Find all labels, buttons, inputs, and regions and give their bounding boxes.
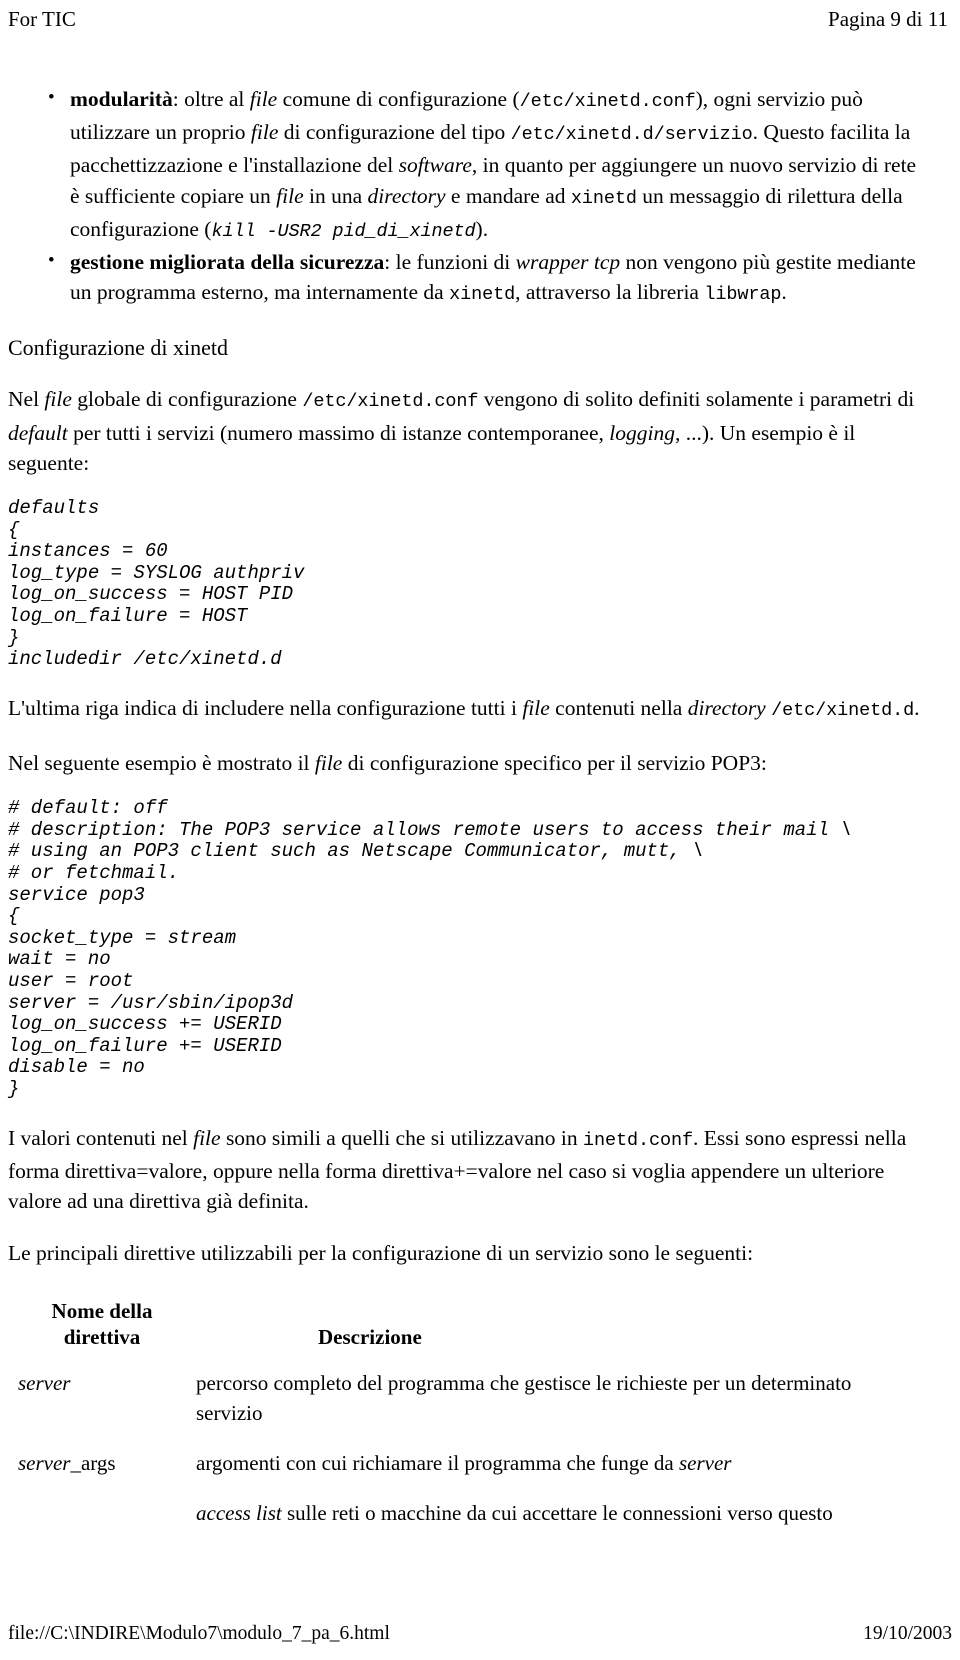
directives-table-body: server percorso completo del programma c… [8, 1358, 926, 1538]
feature-bullet-list: modularità: oltre al file comune di conf… [8, 83, 938, 310]
column-header-description: Descrizione [318, 1325, 422, 1350]
bullet-term: modularità [70, 87, 173, 111]
table-row: server_args argomenti con cui richiamare… [8, 1438, 926, 1488]
section-heading: Configurazione di xinetd [8, 335, 228, 361]
paragraph-global-config: Nel file globale di configurazione /etc/… [8, 387, 915, 475]
paragraph-valori: I valori contenuti nel file sono simili … [8, 1125, 907, 1213]
paragraph-direttive-intro: Le principali direttive utilizzabili per… [8, 1241, 754, 1266]
footer-date: 19/10/2003 [863, 1623, 952, 1644]
header-left-text: For TIC [8, 7, 76, 31]
header-page-number: Pagina 9 di 11 [828, 7, 948, 31]
code-block-pop3: # default: off # description: The POP3 s… [8, 797, 852, 1100]
document-page: For TIC Pagina 9 di 11 modularità: oltre… [0, 0, 960, 1660]
directive-description-cell: argomenti con cui richiamare il programm… [196, 1451, 732, 1476]
directive-description-cell: access list sulle reti o macchine da cui… [196, 1501, 833, 1526]
directives-table-head: Nome della direttiva Descrizione [8, 1292, 926, 1358]
paragraph-includedir: L'ultima riga indica di includere nella … [8, 695, 920, 721]
code-block-defaults: defaults { instances = 60 log_type = SYS… [8, 497, 305, 671]
column-header-name-line1: Nome della [51, 1299, 153, 1324]
table-row: access list sulle reti o macchine da cui… [8, 1488, 926, 1538]
list-item: gestione migliorata della sicurezza: le … [48, 246, 938, 310]
footer-file-path: file://C:\INDIRE\Modulo7\modulo_7_pa_6.h… [8, 1623, 390, 1644]
directive-name-cell: server_args [18, 1451, 116, 1476]
column-header-name: Nome della direttiva [8, 1292, 196, 1358]
table-header-row: Nome della direttiva Descrizione [8, 1292, 926, 1358]
running-footer: file://C:\INDIRE\Modulo7\modulo_7_pa_6.h… [0, 1618, 960, 1646]
table-row: server percorso completo del programma c… [8, 1358, 926, 1438]
running-header: For TIC Pagina 9 di 11 [0, 6, 960, 34]
directive-description-cell: percorso completo del programma che gest… [196, 1371, 852, 1426]
bullet-body: : oltre al file comune di configurazione… [70, 87, 917, 242]
list-item: modularità: oltre al file comune di conf… [48, 83, 938, 247]
directives-table: Nome della direttiva Descrizione server … [8, 1292, 926, 1538]
bullet-term: gestione migliorata della sicurezza [70, 250, 385, 275]
column-header-name-line2: direttiva [63, 1325, 141, 1350]
document-body: modularità: oltre al file comune di conf… [0, 83, 960, 1538]
directive-name-cell: server [18, 1371, 71, 1396]
paragraph-pop3-intro: Nel seguente esempio è mostrato il file … [8, 750, 767, 775]
directive-name-cell [8, 1488, 196, 1538]
